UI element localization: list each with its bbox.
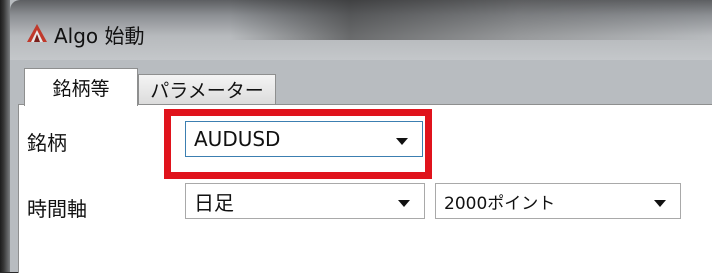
timeframe-select-value: 日足 [194,190,234,215]
title-bar-glass [230,0,710,40]
highlight-annotation [164,109,432,179]
symbol-label: 銘柄 [27,131,67,155]
window-left-edge [0,0,10,272]
window-title: Algo 始動 [54,24,145,48]
timeframe-label: 時間軸 [27,197,87,221]
title-bar[interactable]: Algo 始動 [10,0,712,60]
timeframe-select[interactable]: 日足 [185,183,425,219]
app-window: Algo 始動 銘柄等 パラメーター 銘柄 AUDUSD 時間軸 日足 2000… [0,0,712,273]
chevron-down-icon[interactable] [398,199,410,207]
bars-select-value: 2000ポイント [444,193,556,214]
tab-symbol[interactable]: 銘柄等 [24,68,138,106]
tab-symbol-label: 銘柄等 [52,78,110,100]
app-logo-icon [27,24,47,42]
bars-select[interactable]: 2000ポイント [435,183,681,219]
tab-parameters[interactable]: パラメーター [138,74,276,104]
chevron-down-icon[interactable] [654,199,666,207]
tab-parameters-label: パラメーター [150,80,264,102]
